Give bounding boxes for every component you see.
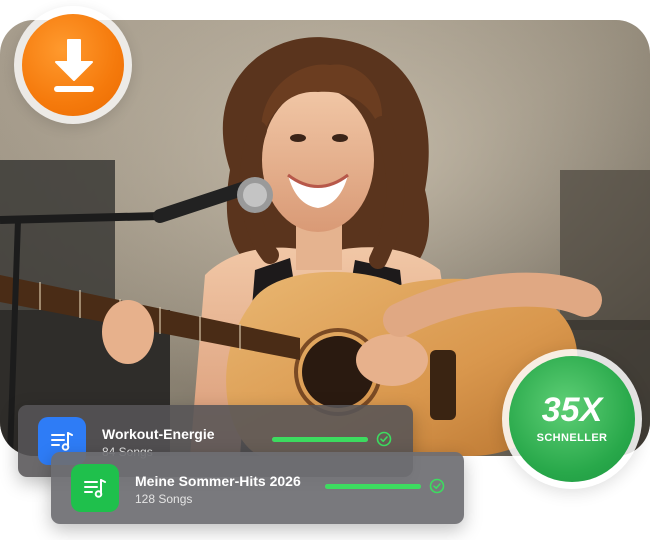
- download-badge-circle[interactable]: [22, 14, 124, 116]
- check-circle-icon: [376, 431, 392, 447]
- playlist-song-count: 128 Songs: [135, 492, 193, 506]
- download-progress-bar: [272, 437, 368, 442]
- download-progress-bar: [325, 484, 421, 489]
- download-badge[interactable]: [14, 6, 132, 124]
- speed-label: SCHNELLER: [536, 432, 608, 444]
- check-circle-icon: [429, 478, 445, 494]
- speed-badge-circle: 35X SCHNELLER: [509, 356, 635, 482]
- download-progress-fill: [325, 484, 421, 489]
- speed-multiplier: 35X: [541, 391, 603, 429]
- playlist-title: Workout-Energie: [102, 426, 215, 442]
- playlist-icon-box: [71, 464, 119, 512]
- playlist-title: Meine Sommer-Hits 2026: [135, 473, 301, 489]
- download-progress-fill: [272, 437, 368, 442]
- download-icon: [54, 39, 94, 92]
- speed-badge: 35X SCHNELLER: [502, 349, 642, 489]
- music-list-icon: [84, 479, 106, 498]
- music-list-icon: [51, 432, 73, 451]
- playlist-card-summer-hits[interactable]: Meine Sommer-Hits 2026 128 Songs: [51, 452, 464, 524]
